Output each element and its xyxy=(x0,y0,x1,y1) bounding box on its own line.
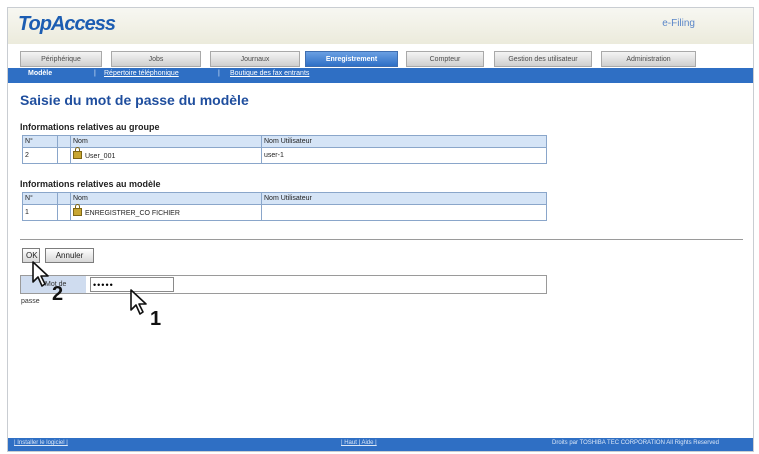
callout-step-1: 1 xyxy=(150,308,162,330)
page-title: Saisie du mot de passe du modèle xyxy=(20,92,249,108)
subnav-separator: | xyxy=(94,70,96,77)
tab-compteur[interactable]: Compteur xyxy=(406,51,484,67)
col-header-name: Nom xyxy=(70,135,262,148)
row-name: ENREGISTRER_CO FICHIER xyxy=(85,209,180,217)
subnav-boutique-fax[interactable]: Boutique des fax entrants xyxy=(230,70,309,77)
footer-copyright: Droits par TOSHIBA TEC CORPORATION All R… xyxy=(552,440,719,446)
tab-administration[interactable]: Administration xyxy=(601,51,696,67)
col-header-name: Nom xyxy=(70,192,262,205)
group-section-title: Informations relatives au groupe xyxy=(20,122,160,132)
lock-icon xyxy=(73,203,82,216)
footer-install-link[interactable]: | Installer le logiciel | xyxy=(14,440,68,446)
efiling-link[interactable]: e-Filing xyxy=(662,18,695,29)
col-header-icon xyxy=(57,135,71,148)
group-table: N° Nom Nom Utilisateur 2 User_001 user-1 xyxy=(22,135,547,164)
tab-enregistrement[interactable]: Enregistrement xyxy=(305,51,398,67)
template-table: N° Nom Nom Utilisateur 1 ENREGISTRER_CO … xyxy=(22,192,547,221)
password-row: Mot de passe xyxy=(20,275,547,305)
tab-jobs[interactable]: Jobs xyxy=(111,51,201,67)
row-num: 1 xyxy=(22,204,58,221)
template-section-title: Informations relatives au modèle xyxy=(20,179,161,189)
subnav-repertoire[interactable]: Répertoire téléphonique xyxy=(104,70,179,77)
subnav-separator: | xyxy=(218,70,220,77)
col-header-user: Nom Utilisateur xyxy=(261,192,547,205)
row-name: User_001 xyxy=(85,152,116,160)
callout-step-2: 2 xyxy=(52,283,64,305)
subnav-modele[interactable]: Modèle xyxy=(28,70,52,77)
table-row: 1 ENREGISTRER_CO FICHIER xyxy=(22,203,547,221)
footer-bar: | Installer le logiciel | | Haut | Aide … xyxy=(8,438,753,451)
table-row: 2 User_001 user-1 xyxy=(22,146,547,164)
tab-peripherique[interactable]: Périphérique xyxy=(20,51,102,67)
row-user xyxy=(261,204,547,221)
browser-frame: TopAccess e-Filing Périphérique Jobs Jou… xyxy=(7,7,754,452)
lock-icon xyxy=(73,146,82,159)
col-header-num: N° xyxy=(22,135,58,148)
section-divider xyxy=(20,239,743,240)
header-bar: TopAccess e-Filing xyxy=(8,8,753,44)
row-user: user-1 xyxy=(261,147,547,164)
row-num: 2 xyxy=(22,147,58,164)
col-header-num: N° xyxy=(22,192,58,205)
footer-nav-links[interactable]: | Haut | Aide | xyxy=(341,440,377,446)
row-icon-cell xyxy=(57,204,71,221)
col-header-icon xyxy=(57,192,71,205)
main-tabs: Périphérique Jobs Journaux Enregistremen… xyxy=(8,51,753,68)
row-icon-cell xyxy=(57,147,71,164)
col-header-user: Nom Utilisateur xyxy=(261,135,547,148)
row-name-cell: User_001 xyxy=(70,146,262,164)
row-name-cell: ENREGISTRER_CO FICHIER xyxy=(70,203,262,221)
topaccess-logo: TopAccess xyxy=(18,13,116,35)
tab-journaux[interactable]: Journaux xyxy=(210,51,300,67)
sub-navigation: Modèle | Répertoire téléphonique | Bouti… xyxy=(8,68,753,83)
tab-gestion-utilisateur[interactable]: Gestion des utilisateur xyxy=(494,51,592,67)
